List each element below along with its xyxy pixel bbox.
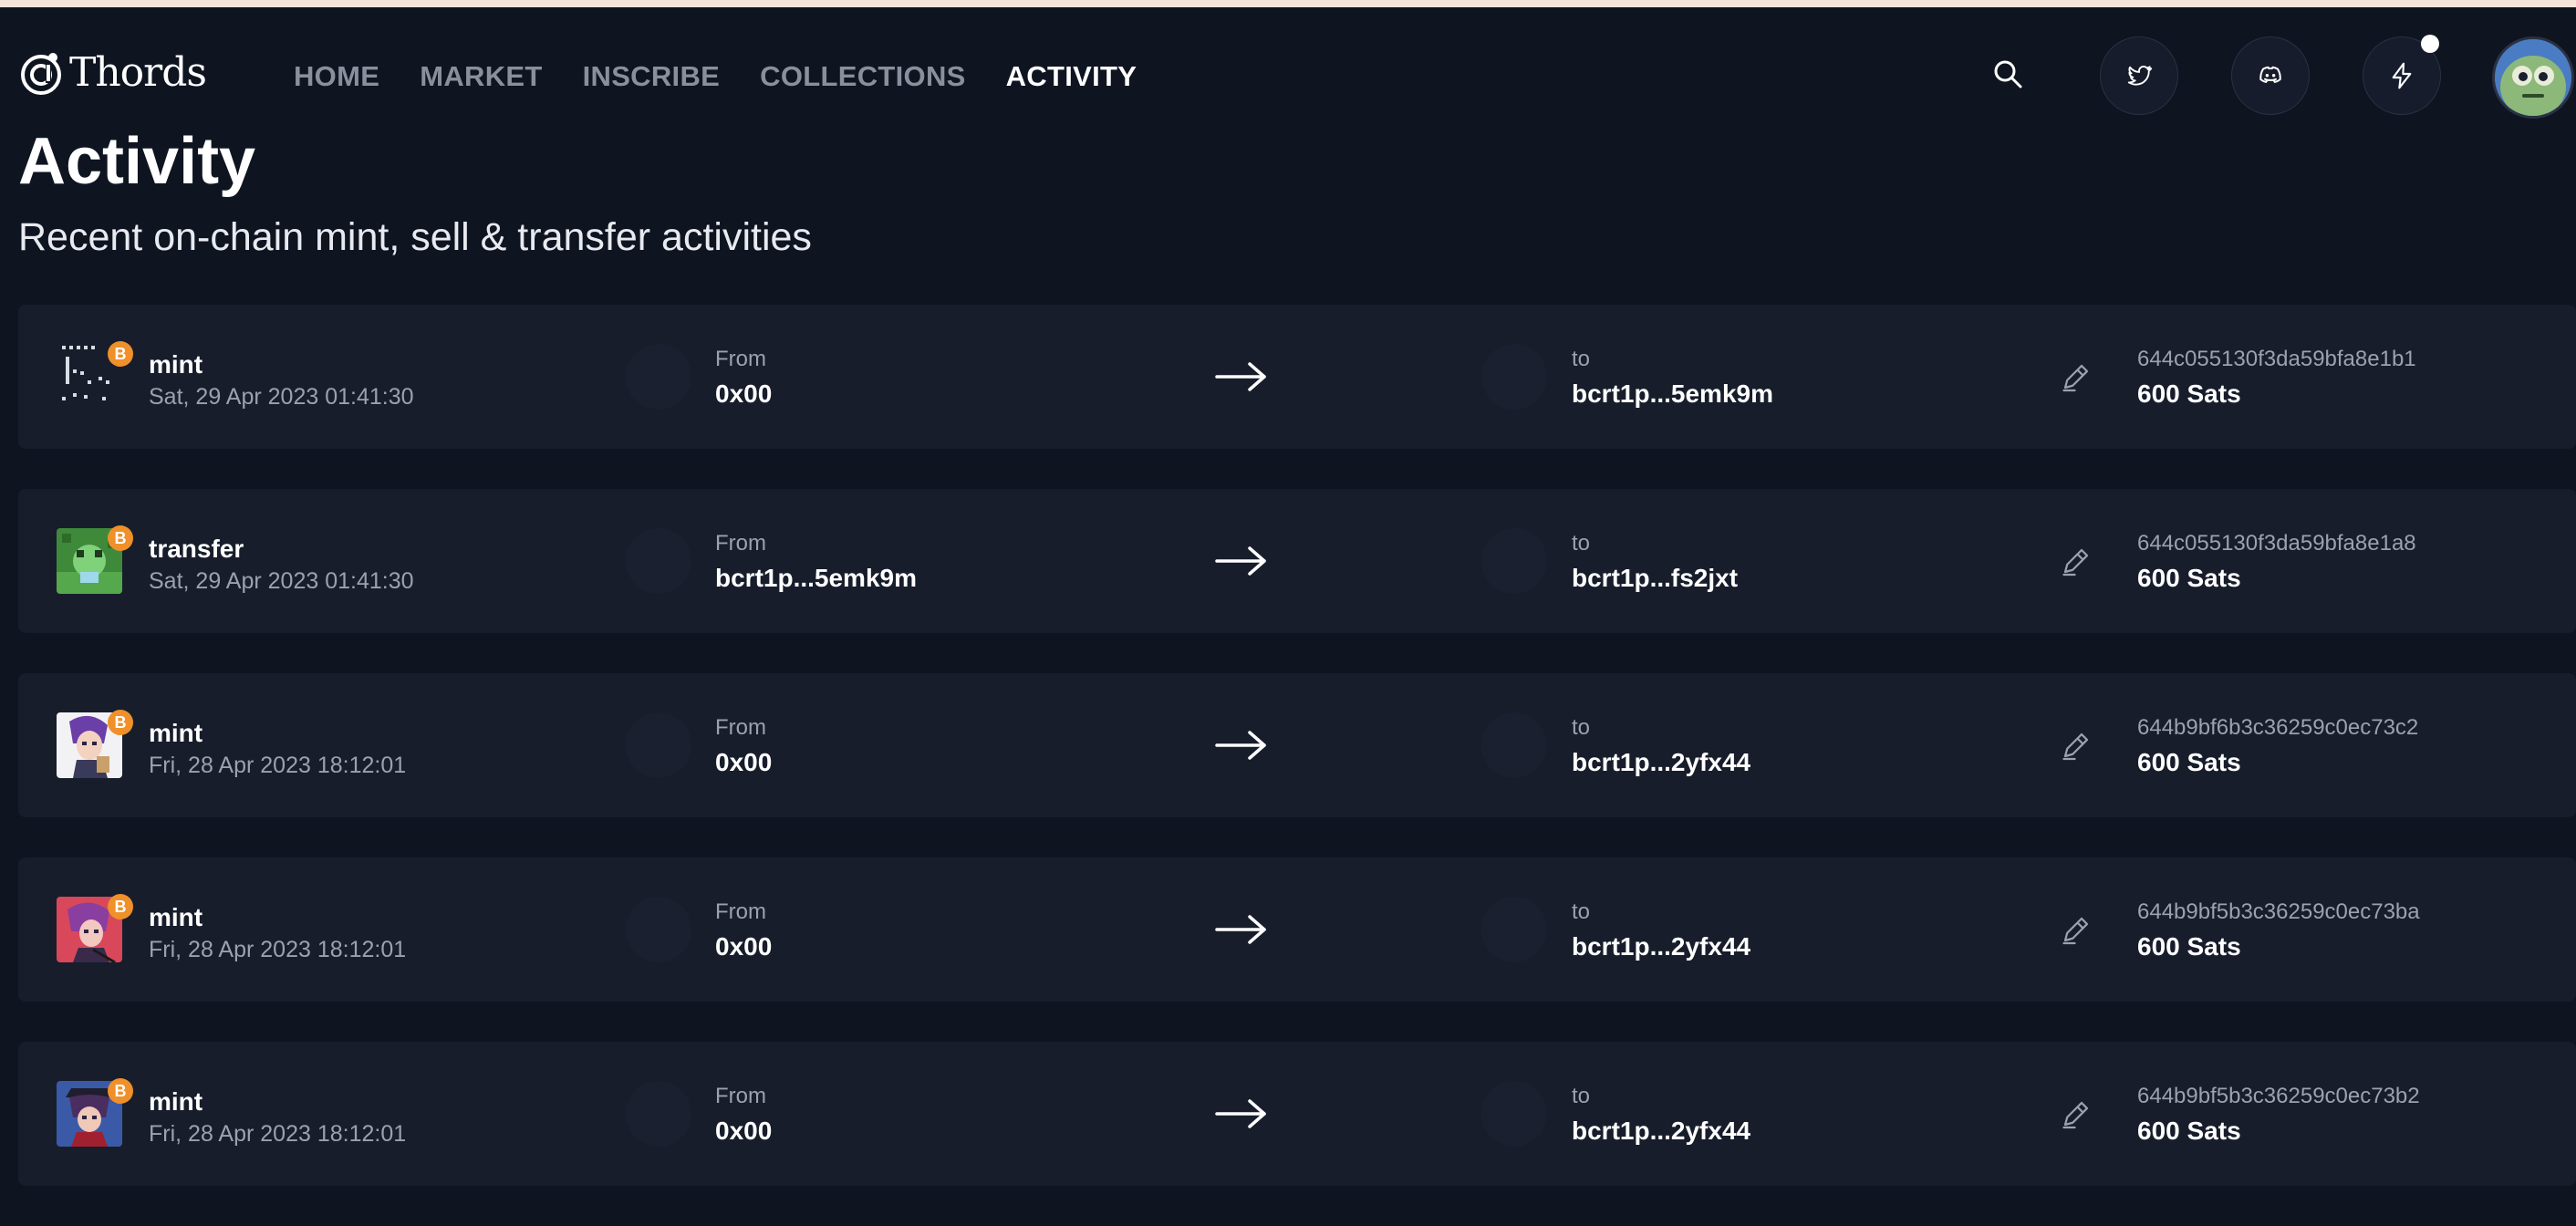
from-label: From <box>715 715 766 740</box>
main-nav: HOME MARKET INSCRIBE COLLECTIONS ACTIVIT… <box>294 60 1137 93</box>
transaction-hash[interactable]: 644b9bf5b3c36259c0ec73b2 <box>2137 1084 2420 1109</box>
inscribe-icon <box>2062 1101 2089 1129</box>
discord-button[interactable] <box>2231 36 2310 115</box>
bitcoin-badge-icon: B <box>108 1078 133 1104</box>
bitcoin-badge-icon: B <box>108 341 133 367</box>
arrow-right-icon <box>1215 362 1266 391</box>
to-address[interactable]: bcrt1p...2yfx44 <box>1572 748 1750 777</box>
activity-price: 600 Sats <box>2137 564 2241 592</box>
activity-type: mint <box>149 350 203 379</box>
brand-name: Thords <box>69 49 207 96</box>
to-avatar <box>1481 528 1547 594</box>
to-avatar <box>1481 712 1547 778</box>
twitter-button[interactable] <box>2100 36 2178 115</box>
bitcoin-badge-icon: B <box>108 710 133 735</box>
from-avatar <box>626 1081 691 1147</box>
arrow-right-icon <box>1215 731 1266 760</box>
transaction-hash[interactable]: 644b9bf5b3c36259c0ec73ba <box>2137 899 2420 925</box>
from-avatar <box>626 344 691 410</box>
from-address[interactable]: 0x00 <box>715 932 772 961</box>
nav-market[interactable]: MARKET <box>420 60 542 93</box>
to-address[interactable]: bcrt1p...fs2jxt <box>1572 564 1738 593</box>
activity-type: mint <box>149 719 203 747</box>
activity-list: B mint Sat, 29 Apr 2023 01:41:30 From 0x… <box>18 305 2576 1226</box>
from-label: From <box>715 531 766 556</box>
nav-activity[interactable]: ACTIVITY <box>1006 60 1137 93</box>
activity-row[interactable]: B mint Fri, 28 Apr 2023 18:12:01 From 0x… <box>18 673 2576 817</box>
arrow-right-icon <box>1215 546 1266 576</box>
to-avatar <box>1481 344 1547 410</box>
from-avatar <box>626 897 691 962</box>
from-avatar <box>626 528 691 594</box>
to-address[interactable]: bcrt1p...2yfx44 <box>1572 932 1750 961</box>
activity-time: Fri, 28 Apr 2023 18:12:01 <box>149 1121 407 1147</box>
lightning-icon <box>2392 62 2412 89</box>
from-label: From <box>715 1084 766 1108</box>
to-label: to <box>1572 1084 1591 1108</box>
activity-type: mint <box>149 1087 203 1116</box>
from-label: From <box>715 347 766 371</box>
user-avatar[interactable] <box>2492 36 2574 119</box>
activity-row[interactable]: B mint Fri, 28 Apr 2023 18:12:01 From 0x… <box>18 857 2576 1002</box>
to-label: to <box>1572 347 1591 371</box>
activity-type: transfer <box>149 535 244 563</box>
nav-collections[interactable]: COLLECTIONS <box>760 60 965 93</box>
transaction-hash[interactable]: 644c055130f3da59bfa8e1b1 <box>2137 347 2416 372</box>
avatar-face-icon <box>2495 39 2571 116</box>
transaction-hash[interactable]: 644c055130f3da59bfa8e1a8 <box>2137 531 2416 556</box>
activity-time: Sat, 29 Apr 2023 01:41:30 <box>149 568 414 594</box>
activity-row[interactable]: B transfer Sat, 29 Apr 2023 01:41:30 Fro… <box>18 489 2576 633</box>
to-avatar <box>1481 1081 1547 1147</box>
to-address[interactable]: bcrt1p...2yfx44 <box>1572 1117 1750 1146</box>
inscribe-icon <box>2062 364 2089 392</box>
inscribe-icon <box>2062 917 2089 945</box>
from-address[interactable]: 0x00 <box>715 1117 772 1146</box>
twitter-icon <box>2127 65 2153 86</box>
activity-price: 600 Sats <box>2137 1117 2241 1145</box>
arrow-right-icon <box>1215 1099 1266 1128</box>
from-address[interactable]: 0x00 <box>715 748 772 777</box>
page-title: Activity <box>18 125 256 198</box>
logo[interactable]: Thords <box>18 49 207 96</box>
page-subtitle: Recent on-chain mint, sell & transfer ac… <box>18 215 812 259</box>
arrow-right-icon <box>1215 915 1266 944</box>
bitcoin-badge-icon: B <box>108 525 133 551</box>
to-label: to <box>1572 899 1591 924</box>
activity-time: Fri, 28 Apr 2023 18:12:01 <box>149 753 407 778</box>
from-address[interactable]: 0x00 <box>715 379 772 409</box>
header: Thords HOME MARKET INSCRIBE COLLECTIONS … <box>0 7 2576 131</box>
top-strip <box>0 0 2576 7</box>
bitcoin-badge-icon: B <box>108 894 133 920</box>
to-label: to <box>1572 715 1591 740</box>
notification-dot <box>2421 35 2439 53</box>
from-avatar <box>626 712 691 778</box>
from-label: From <box>715 899 766 924</box>
to-address[interactable]: bcrt1p...5emk9m <box>1572 379 1773 409</box>
activity-type: mint <box>149 903 203 931</box>
search-icon <box>1994 60 2022 88</box>
inscribe-icon <box>2062 732 2089 761</box>
search-button[interactable] <box>1987 53 2029 95</box>
inscribe-icon <box>2062 548 2089 577</box>
activity-row[interactable]: B mint Sat, 29 Apr 2023 01:41:30 From 0x… <box>18 305 2576 449</box>
activity-time: Fri, 28 Apr 2023 18:12:01 <box>149 937 407 962</box>
discord-icon <box>2259 66 2281 83</box>
activity-price: 600 Sats <box>2137 748 2241 776</box>
to-avatar <box>1481 897 1547 962</box>
activity-row[interactable]: B mint Fri, 28 Apr 2023 18:12:01 From 0x… <box>18 1042 2576 1186</box>
activity-time: Sat, 29 Apr 2023 01:41:30 <box>149 384 414 410</box>
from-address[interactable]: bcrt1p...5emk9m <box>715 564 917 593</box>
transaction-hash[interactable]: 644b9bf6b3c36259c0ec73c2 <box>2137 715 2418 741</box>
nav-inscribe[interactable]: INSCRIBE <box>583 60 721 93</box>
nav-home[interactable]: HOME <box>294 60 379 93</box>
activity-price: 600 Sats <box>2137 932 2241 961</box>
logo-icon <box>21 52 61 95</box>
to-label: to <box>1572 531 1591 556</box>
activity-price: 600 Sats <box>2137 379 2241 408</box>
